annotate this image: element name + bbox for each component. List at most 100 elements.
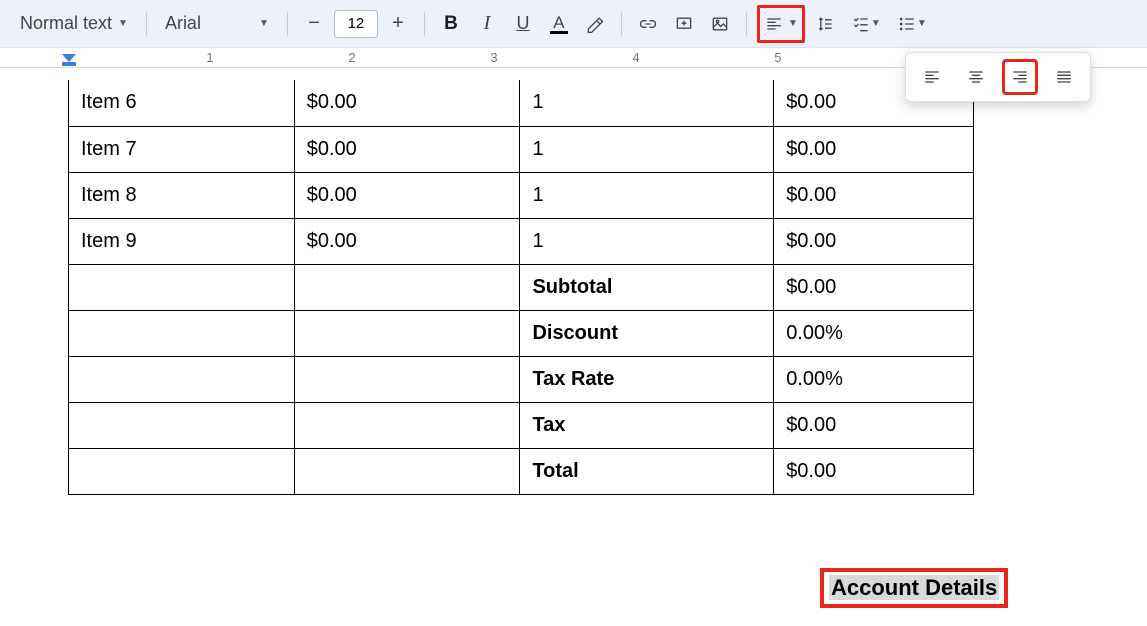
cell-item[interactable]: Item 8 — [69, 172, 295, 218]
cell-label[interactable]: Tax — [520, 402, 774, 448]
chevron-down-icon: ▼ — [259, 18, 269, 29]
cell-value[interactable]: 0.00% — [774, 310, 974, 356]
cell-empty[interactable] — [69, 402, 295, 448]
text-align-dropdown[interactable]: ▼ — [757, 5, 805, 43]
font-family-dropdown[interactable]: Arial ▼ — [157, 9, 277, 38]
table-row: Item 8 $0.00 1 $0.00 — [69, 172, 974, 218]
separator — [746, 12, 747, 36]
table-row: Item 7 $0.00 1 $0.00 — [69, 126, 974, 172]
cell-item[interactable]: Item 7 — [69, 126, 295, 172]
account-details-heading[interactable]: Account Details — [820, 568, 1008, 608]
chevron-down-icon: ▼ — [871, 18, 881, 29]
document-page[interactable]: Item 6 $0.00 1 $0.00 Item 7 $0.00 1 $0.0… — [0, 68, 1147, 626]
cell-empty[interactable] — [69, 264, 295, 310]
link-icon — [638, 14, 658, 34]
invoice-table[interactable]: Item 6 $0.00 1 $0.00 Item 7 $0.00 1 $0.0… — [68, 80, 974, 495]
align-center-option[interactable] — [958, 59, 994, 95]
insert-link-button[interactable] — [632, 8, 664, 40]
align-left-icon — [764, 14, 784, 34]
align-left-icon — [922, 67, 942, 87]
cell-total[interactable]: $0.00 — [774, 172, 974, 218]
underline-button[interactable]: U — [507, 8, 539, 40]
font-size-input[interactable]: 12 — [334, 10, 378, 38]
cell-qty[interactable]: 1 — [520, 126, 774, 172]
cell-item[interactable]: Item 9 — [69, 218, 295, 264]
cell-item[interactable]: Item 6 — [69, 80, 295, 126]
table-row: Total $0.00 — [69, 448, 974, 494]
bulleted-list-icon — [897, 14, 917, 34]
separator — [621, 12, 622, 36]
paragraph-style-label: Normal text — [20, 13, 112, 34]
cell-price[interactable]: $0.00 — [294, 218, 520, 264]
table-row: Discount 0.00% — [69, 310, 974, 356]
highlight-button[interactable] — [579, 8, 611, 40]
cell-empty[interactable] — [294, 402, 520, 448]
italic-button[interactable]: I — [471, 8, 503, 40]
align-right-option[interactable] — [1002, 59, 1038, 95]
cell-value[interactable]: $0.00 — [774, 264, 974, 310]
align-left-option[interactable] — [914, 59, 950, 95]
decrease-font-size-button[interactable]: − — [298, 8, 330, 40]
align-right-icon — [1010, 67, 1030, 87]
cell-empty[interactable] — [294, 448, 520, 494]
bulleted-list-button[interactable]: ▼ — [891, 8, 933, 40]
formatting-toolbar: Normal text ▼ Arial ▼ − 12 + B I U A ▼ — [0, 0, 1147, 48]
increase-font-size-button[interactable]: + — [382, 8, 414, 40]
chevron-down-icon: ▼ — [788, 18, 802, 29]
table-row: Subtotal $0.00 — [69, 264, 974, 310]
cell-qty[interactable]: 1 — [520, 218, 774, 264]
bold-button[interactable]: B — [435, 8, 467, 40]
ruler-mark: 5 — [774, 50, 781, 65]
font-family-label: Arial — [165, 13, 201, 34]
align-center-icon — [966, 67, 986, 87]
cell-qty[interactable]: 1 — [520, 80, 774, 126]
cell-label[interactable]: Discount — [520, 310, 774, 356]
table-row: Item 6 $0.00 1 $0.00 — [69, 80, 974, 126]
cell-empty[interactable] — [69, 310, 295, 356]
ruler-mark: 2 — [348, 50, 355, 65]
align-justify-option[interactable] — [1046, 59, 1082, 95]
cell-empty[interactable] — [294, 356, 520, 402]
chevron-down-icon: ▼ — [917, 18, 927, 29]
cell-empty[interactable] — [69, 448, 295, 494]
table-row: Tax Rate 0.00% — [69, 356, 974, 402]
cell-total[interactable]: $0.00 — [774, 126, 974, 172]
table-row: Tax $0.00 — [69, 402, 974, 448]
cell-empty[interactable] — [294, 310, 520, 356]
cell-empty[interactable] — [294, 264, 520, 310]
text-color-button[interactable]: A — [543, 8, 575, 40]
align-justify-icon — [1054, 67, 1074, 87]
cell-price[interactable]: $0.00 — [294, 80, 520, 126]
align-options-popup — [905, 52, 1091, 102]
image-icon — [710, 14, 730, 34]
table-row: Item 9 $0.00 1 $0.00 — [69, 218, 974, 264]
line-spacing-button[interactable] — [809, 8, 841, 40]
checklist-icon — [851, 14, 871, 34]
cell-label[interactable]: Total — [520, 448, 774, 494]
cell-label[interactable]: Subtotal — [520, 264, 774, 310]
comment-plus-icon — [674, 14, 694, 34]
cell-empty[interactable] — [69, 356, 295, 402]
cell-price[interactable]: $0.00 — [294, 126, 520, 172]
cell-value[interactable]: $0.00 — [774, 448, 974, 494]
cell-label[interactable]: Tax Rate — [520, 356, 774, 402]
cell-value[interactable]: 0.00% — [774, 356, 974, 402]
separator — [424, 12, 425, 36]
add-comment-button[interactable] — [668, 8, 700, 40]
checklist-button[interactable]: ▼ — [845, 8, 887, 40]
cell-total[interactable]: $0.00 — [774, 218, 974, 264]
cell-qty[interactable]: 1 — [520, 172, 774, 218]
cell-price[interactable]: $0.00 — [294, 172, 520, 218]
insert-image-button[interactable] — [704, 8, 736, 40]
cell-value[interactable]: $0.00 — [774, 402, 974, 448]
highlighter-icon — [585, 14, 605, 34]
separator — [287, 12, 288, 36]
text-color-swatch — [550, 31, 568, 34]
ruler-mark: 3 — [490, 50, 497, 65]
paragraph-style-dropdown[interactable]: Normal text ▼ — [12, 9, 136, 38]
chevron-down-icon: ▼ — [118, 18, 128, 29]
ruler-mark: 1 — [206, 50, 213, 65]
line-spacing-icon — [815, 14, 835, 34]
ruler-mark: 4 — [632, 50, 639, 65]
account-details-text: Account Details — [829, 575, 999, 600]
